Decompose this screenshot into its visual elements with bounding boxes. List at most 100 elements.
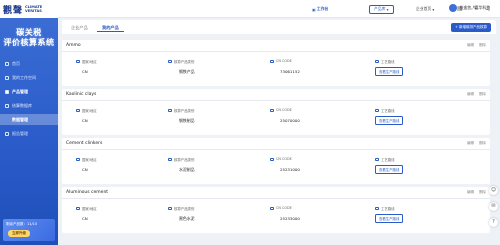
product-card-header: Ammo 编辑 删除 [62, 40, 490, 52]
category-value: 水泥制品 [179, 167, 195, 172]
category-icon [168, 60, 172, 63]
process-icon [375, 60, 379, 63]
code-icon [270, 108, 274, 112]
sidebar-item-product-management[interactable]: 产品管理 [0, 86, 58, 97]
product-card: Cement clinkers 编辑 删除 国家/地区 核算产品类别 CN COD… [62, 138, 490, 184]
sidebar-nav: 首页 我的工作空间 产品管理 核算数据库 数据管理 报告管理 [0, 58, 58, 139]
edit-link[interactable]: 编辑 [467, 92, 474, 97]
region-value: CN [82, 167, 88, 172]
home-icon [5, 61, 9, 66]
edit-link[interactable]: 编辑 [467, 190, 474, 195]
region-value: CN [82, 69, 88, 74]
tab-company-products[interactable]: 企业产品 [66, 23, 93, 32]
feedback-icon[interactable]: ✉ [489, 202, 498, 211]
cn-code-column-label: CN CODE [270, 206, 292, 210]
cn-code-column-label: CN CODE [270, 59, 292, 63]
location-icon [76, 109, 80, 112]
cn-code-value: 73061152 [280, 69, 300, 74]
edit-link[interactable]: 编辑 [467, 141, 474, 146]
product-icon [5, 89, 9, 94]
category-label: 核算产品类别 [174, 60, 195, 64]
sidebar-item-label: 我的工作空间 [12, 74, 36, 80]
location-icon [76, 207, 80, 210]
category-icon [168, 207, 172, 210]
category-label: 核算产品类别 [174, 207, 195, 211]
cn-code-column-label: CN CODE [270, 108, 292, 112]
product-library-dropdown[interactable]: 产品库 ▾ [369, 4, 394, 14]
workbench-label: 工作台 [316, 6, 329, 11]
region-column-label: 国家/地区 [76, 206, 97, 211]
delete-link[interactable]: 删除 [479, 43, 486, 48]
category-column-label: 核算产品类别 [168, 59, 194, 64]
product-card-header: Kaolinic clays 编辑 删除 [62, 89, 490, 101]
process-column-label: 工艺路线 [375, 108, 395, 113]
cn-code-column-label: CN CODE [270, 157, 292, 161]
view-route-button[interactable]: 查看生产路线 [375, 116, 404, 125]
workbench-button[interactable]: ▣ 工作台 [308, 5, 332, 14]
product-card: Ammo 编辑 删除 国家/地区 核算产品类别 CN CODE 工艺路线 CN 钢… [62, 40, 490, 86]
brand-en: CLIMATE VERITAS [25, 5, 42, 13]
brand-en-line2: VERITAS [25, 9, 42, 13]
product-card-header: Cement clinkers 编辑 删除 [62, 138, 490, 150]
location-icon [76, 60, 80, 63]
process-column-label: 工艺路线 [375, 157, 395, 162]
cn-code-label: CN CODE [276, 157, 292, 161]
region-label: 国家/地区 [82, 207, 97, 211]
sidebar-item-home[interactable]: 首页 [0, 58, 58, 69]
code-icon [270, 157, 274, 161]
category-column-label: 核算产品类别 [168, 157, 194, 162]
topbar: ▣ 工作台 产品库 ▾ 企业首页 ▾ ▤ ✎ ♫ 张逸悠，嘉华科技 [58, 0, 500, 18]
delete-link[interactable]: 删除 [479, 141, 486, 146]
process-label: 工艺路线 [381, 60, 395, 64]
process-icon [375, 109, 379, 112]
category-icon [168, 109, 172, 112]
brand-cn: 觀聲 [3, 5, 24, 16]
product-library-label: 产品库 [374, 6, 386, 11]
database-icon [5, 103, 9, 108]
code-icon [270, 59, 274, 63]
product-card: Kaolinic clays 编辑 删除 国家/地区 核算产品类别 CN CODE… [62, 89, 490, 135]
category-icon [168, 158, 172, 161]
product-tabs: 企业产品 我的产品 + 新增碳排产品核算 [62, 20, 496, 34]
process-column-label: 工艺路线 [375, 59, 395, 64]
region-column-label: 国家/地区 [76, 108, 97, 113]
region-column-label: 国家/地区 [76, 59, 97, 64]
code-icon [270, 206, 274, 210]
view-route-button[interactable]: 查看生产路线 [375, 165, 404, 174]
process-icon [375, 158, 379, 161]
sidebar-item-report-management[interactable]: 报告管理 [0, 128, 58, 139]
category-value: 黑色水泥 [179, 216, 195, 221]
chat-icon[interactable]: ☺ [489, 186, 498, 195]
sidebar-item-data-management[interactable]: 数据管理 [0, 114, 58, 125]
cn-code-label: CN CODE [276, 206, 292, 210]
username: 张逸悠，嘉华科技 [459, 5, 490, 10]
product-card-header: Aluminous cement 编辑 删除 [62, 187, 490, 199]
tab-my-products[interactable]: 我的产品 [97, 23, 124, 32]
process-icon [375, 207, 379, 210]
brand-logo[interactable]: 觀聲 CLIMATE VERITAS [0, 0, 58, 18]
help-icon[interactable]: ? [489, 218, 498, 227]
remaining-products: 剩余产品数：11/10 [6, 222, 38, 226]
view-route-button[interactable]: 查看生产路线 [375, 214, 404, 223]
user-menu[interactable]: 张逸悠，嘉华科技 [448, 4, 490, 12]
system-title: 碳关税 评价核算系统 [0, 28, 58, 48]
category-value: 钢铁制品 [179, 118, 195, 123]
product-card: Aluminous cement 编辑 删除 国家/地区 核算产品类别 CN CO… [62, 187, 490, 233]
sidebar-item-label: 核算数据库 [12, 102, 32, 108]
view-route-button[interactable]: 查看生产路线 [375, 67, 404, 76]
edit-link[interactable]: 编辑 [467, 43, 474, 48]
delete-link[interactable]: 删除 [479, 190, 486, 195]
system-title-line2: 评价核算系统 [3, 38, 55, 47]
process-label: 工艺路线 [381, 207, 395, 211]
sidebar: 觀聲 CLIMATE VERITAS 碳关税 评价核算系统 首页 我的工作空间 … [0, 0, 58, 245]
workspace-icon [5, 75, 9, 80]
process-column-label: 工艺路线 [375, 206, 395, 211]
sidebar-item-workspace[interactable]: 我的工作空间 [0, 72, 58, 83]
delete-link[interactable]: 删除 [479, 92, 486, 97]
sidebar-item-accounting-db[interactable]: 核算数据库 [0, 100, 58, 111]
upgrade-button[interactable]: 立即升级 [8, 230, 30, 237]
product-name: Kaolinic clays [66, 92, 97, 97]
location-icon [76, 158, 80, 161]
company-home-dropdown[interactable]: 企业首页 ▾ [412, 5, 438, 14]
add-product-button[interactable]: + 新增碳排产品核算 [450, 22, 491, 32]
